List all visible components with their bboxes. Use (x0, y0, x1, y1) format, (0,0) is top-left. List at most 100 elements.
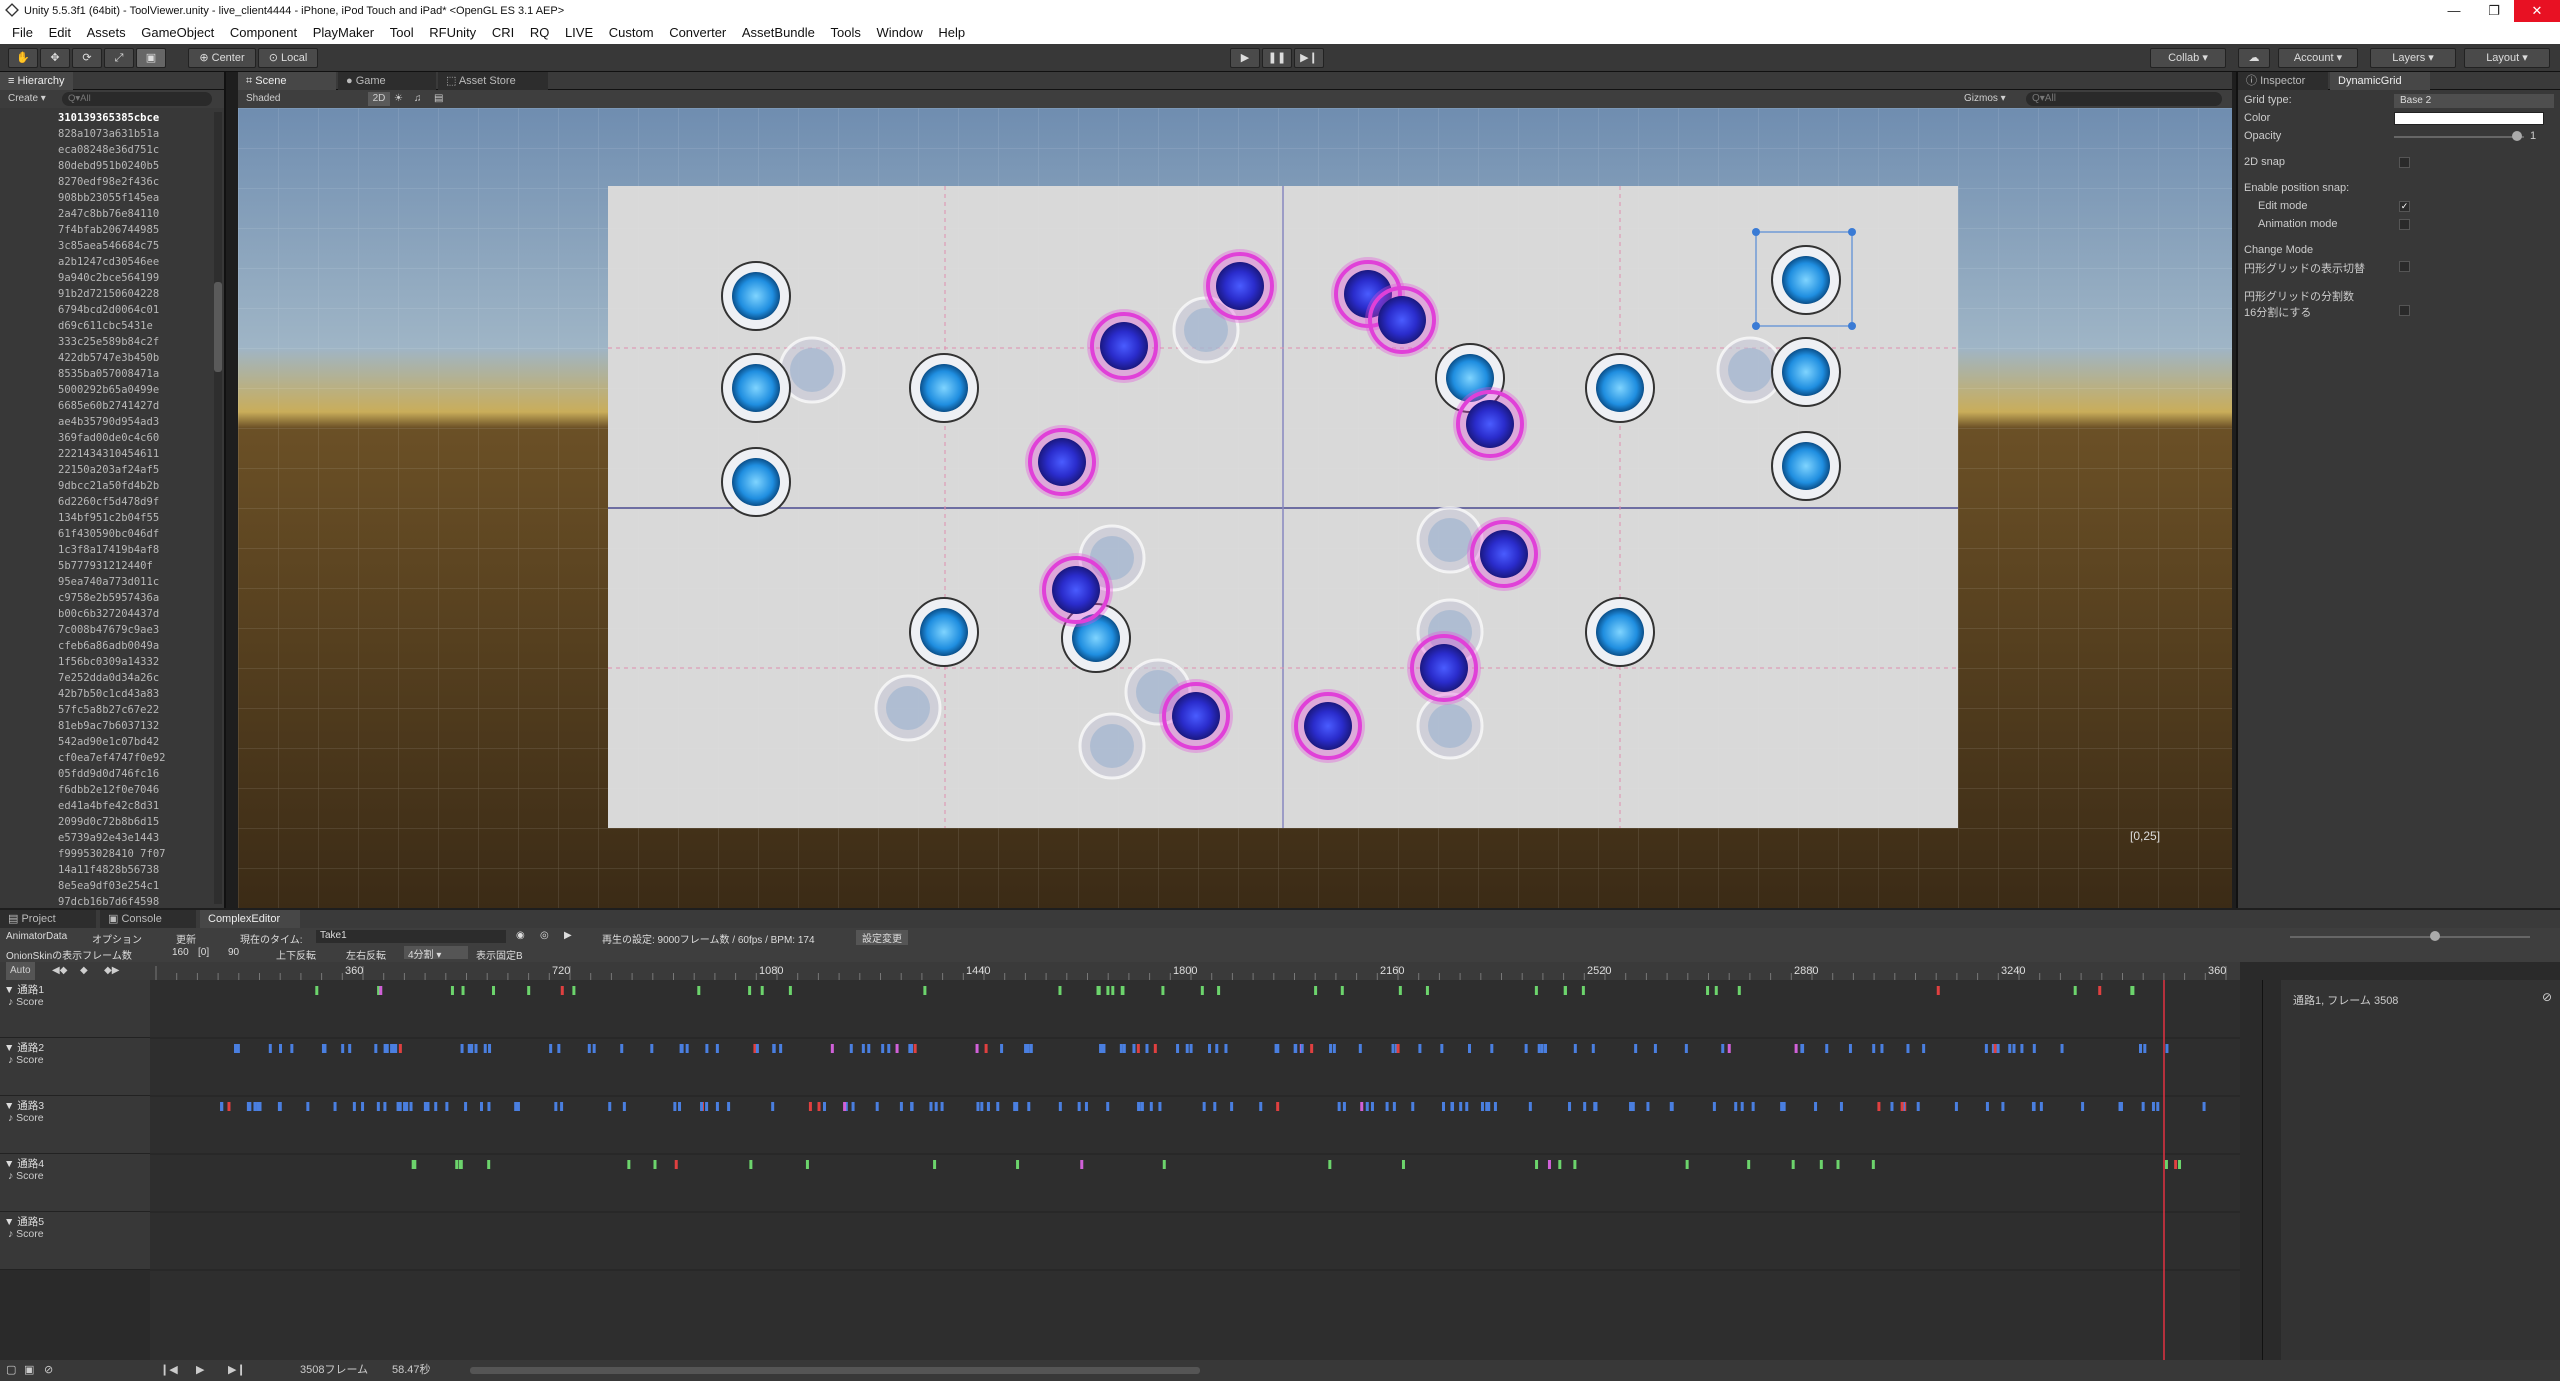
hierarchy-item[interactable]: 9a940c2bce564199 (0, 270, 220, 286)
timeline-key[interactable] (1721, 1044, 1725, 1053)
timeline-key[interactable] (460, 1044, 464, 1053)
timeline-key[interactable] (1646, 1102, 1650, 1111)
timeline-key[interactable] (2012, 1044, 2016, 1053)
lighting-icon[interactable]: ☀ (394, 90, 403, 108)
hierarchy-item[interactable]: 80debd951b0240b5 (0, 158, 220, 174)
tab-asset-store[interactable]: ⬚ Asset Store (438, 72, 548, 90)
timeline-key[interactable] (1583, 1102, 1587, 1111)
timeline-key[interactable] (2032, 1044, 2036, 1053)
timeline-key[interactable] (975, 1044, 979, 1053)
timeline-key[interactable] (679, 1044, 683, 1053)
zoom-slider-handle[interactable] (2430, 931, 2440, 941)
timeline-key[interactable] (1996, 1044, 2000, 1053)
hierarchy-scroll-thumb[interactable] (214, 282, 222, 372)
timeline-key[interactable] (650, 1044, 654, 1053)
pivot-center-button[interactable]: ⊕ Center (188, 48, 256, 68)
hierarchy-item[interactable]: 3c85aea546684c75 (0, 238, 220, 254)
timeline-key[interactable] (361, 1102, 365, 1111)
timeline-key[interactable] (554, 1102, 558, 1111)
timeline-key[interactable] (727, 1102, 731, 1111)
hierarchy-item[interactable]: c9758e2b5957436a (0, 590, 220, 606)
track-header[interactable]: ▼ 通路3 ♪ Score (0, 1096, 150, 1154)
timeline-key[interactable] (385, 1044, 389, 1053)
timeline-key[interactable] (2039, 1102, 2043, 1111)
hierarchy-item[interactable]: 333c25e589b84c2f (0, 334, 220, 350)
hierarchy-item[interactable]: ed41a4bfe42c8d31 (0, 798, 220, 814)
account-button[interactable]: Account ▾ (2278, 48, 2358, 68)
hierarchy-item[interactable]: a2b1247cd30546ee (0, 254, 220, 270)
timeline-key[interactable] (1794, 1044, 1798, 1053)
timeline-key[interactable] (1276, 1102, 1280, 1111)
timeline-key[interactable] (1385, 1102, 1389, 1111)
timeline-key[interactable] (2174, 1160, 2178, 1169)
timeline-key[interactable] (2001, 1102, 2005, 1111)
timeline-key[interactable] (910, 1102, 914, 1111)
note-tap[interactable] (1771, 337, 1841, 407)
effects-icon[interactable]: ▤ (434, 90, 443, 108)
hierarchy-item[interactable]: 81eb9ac7b6037132 (0, 718, 220, 734)
timeline-key[interactable] (822, 1102, 826, 1111)
timeline-key[interactable] (560, 986, 564, 995)
timeline-key[interactable] (1213, 1102, 1217, 1111)
note-tap[interactable] (909, 353, 979, 423)
timeline-key[interactable] (1119, 1044, 1123, 1053)
timeline-key[interactable] (2156, 1102, 2160, 1111)
menu-rfunity[interactable]: RFUnity (429, 22, 476, 44)
hierarchy-item[interactable]: 95ea740a773d011c (0, 574, 220, 590)
pivot-local-button[interactable]: ⊙ Local (258, 48, 318, 68)
hierarchy-item[interactable]: 5b777931212440f (0, 558, 220, 574)
stop-icon[interactable]: ◎ (540, 930, 549, 941)
timeline-key[interactable] (1274, 1044, 1278, 1053)
note-tap[interactable] (721, 353, 791, 423)
timeline-key[interactable] (2138, 1044, 2142, 1053)
timeline-key[interactable] (1342, 1102, 1346, 1111)
hierarchy-item[interactable]: ae4b35790d954ad3 (0, 414, 220, 430)
timeline-key[interactable] (910, 1044, 914, 1053)
timeline-key[interactable] (1900, 1102, 1904, 1111)
timeline-key[interactable] (1740, 1102, 1744, 1111)
timeline-key[interactable] (940, 1102, 944, 1111)
edit-mode-checkbox[interactable]: ✓ (2399, 201, 2410, 212)
timeline-key[interactable] (760, 986, 764, 995)
timeline-key[interactable] (1058, 986, 1062, 995)
timeline-key[interactable] (899, 1102, 903, 1111)
timeline-key[interactable] (1314, 986, 1318, 995)
timeline-key[interactable] (887, 1044, 891, 1053)
hierarchy-item[interactable]: 61f430590bc046df (0, 526, 220, 542)
timeline-key[interactable] (1310, 1044, 1314, 1053)
timeline-key[interactable] (1537, 1044, 1541, 1053)
timeline-key[interactable] (2151, 1102, 2155, 1111)
timeline-key[interactable] (290, 1044, 294, 1053)
timeline-key[interactable] (996, 1102, 1000, 1111)
menu-file[interactable]: File (12, 22, 33, 44)
timeline-key[interactable] (2202, 1102, 2206, 1111)
timeline-key[interactable] (1365, 1102, 1369, 1111)
timeline-key[interactable] (1544, 1044, 1548, 1053)
close-small-icon[interactable]: ⊘ (2542, 990, 2552, 1004)
timeline-key[interactable] (236, 1044, 240, 1053)
menu-rq[interactable]: RQ (530, 22, 550, 44)
timeline-key[interactable] (715, 1102, 719, 1111)
timeline-key[interactable] (1871, 1160, 1875, 1169)
timeline-key[interactable] (1102, 1044, 1106, 1053)
play-icon[interactable]: ▶ (1230, 48, 1260, 68)
take-dropdown[interactable]: Take1 (316, 930, 506, 943)
timeline-key[interactable] (1993, 1044, 1997, 1053)
timeline-key[interactable] (2130, 986, 2134, 995)
timeline-key[interactable] (527, 986, 531, 995)
timeline-key[interactable] (697, 986, 701, 995)
timeline-key[interactable] (1685, 1160, 1689, 1169)
timeline-key[interactable] (306, 1102, 310, 1111)
hierarchy-item[interactable]: d69c611cbc5431e (0, 318, 220, 334)
timeline-ruler[interactable]: 360 720 1080 1440 1800 2160 2520 2880 3240 360 (150, 962, 2240, 980)
note-tap[interactable] (909, 597, 979, 667)
menu-help[interactable]: Help (938, 22, 965, 44)
circle-toggle-checkbox[interactable] (2399, 261, 2410, 272)
timeline-key[interactable] (1259, 1102, 1263, 1111)
timeline-key[interactable] (1149, 1102, 1153, 1111)
timeline-key[interactable] (849, 1044, 853, 1053)
collab-button[interactable]: Collab ▾ (2150, 48, 2226, 68)
hierarchy-item[interactable]: 7c008b47679c9ae3 (0, 622, 220, 638)
timeline-key[interactable] (1629, 1102, 1633, 1111)
timeline-key[interactable] (1097, 986, 1101, 995)
